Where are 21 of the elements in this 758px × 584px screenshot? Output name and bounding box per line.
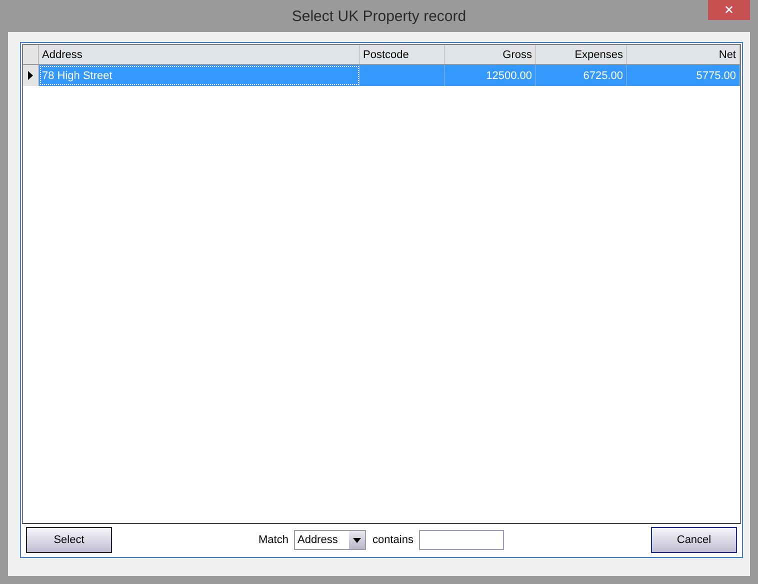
row-indicator-cell[interactable] [23, 65, 39, 86]
table-cell: 5775.00 [627, 65, 740, 86]
column-header[interactable]: Net [627, 45, 740, 64]
cancel-button[interactable]: Cancel [651, 527, 737, 553]
match-dropdown[interactable]: Address [294, 530, 366, 550]
column-header[interactable]: Address [39, 45, 360, 64]
table-cell: 78 High Street [39, 65, 360, 86]
contains-label: contains [372, 534, 414, 546]
select-button[interactable]: Select [26, 527, 112, 553]
row-pointer-icon [28, 71, 33, 80]
column-header[interactable]: Postcode [360, 45, 445, 64]
search-field[interactable] [419, 530, 504, 550]
table-cell: 12500.00 [445, 65, 536, 86]
window-title: Select UK Property record [292, 8, 466, 24]
column-header[interactable]: Gross [445, 45, 536, 64]
table-cell: 6725.00 [536, 65, 627, 86]
dropdown-arrow-icon [353, 538, 362, 542]
match-label: Match [258, 534, 288, 546]
column-header[interactable]: Expenses [536, 45, 627, 64]
close-button[interactable]: ✕ [708, 0, 750, 20]
corner-header-cell [23, 45, 39, 64]
